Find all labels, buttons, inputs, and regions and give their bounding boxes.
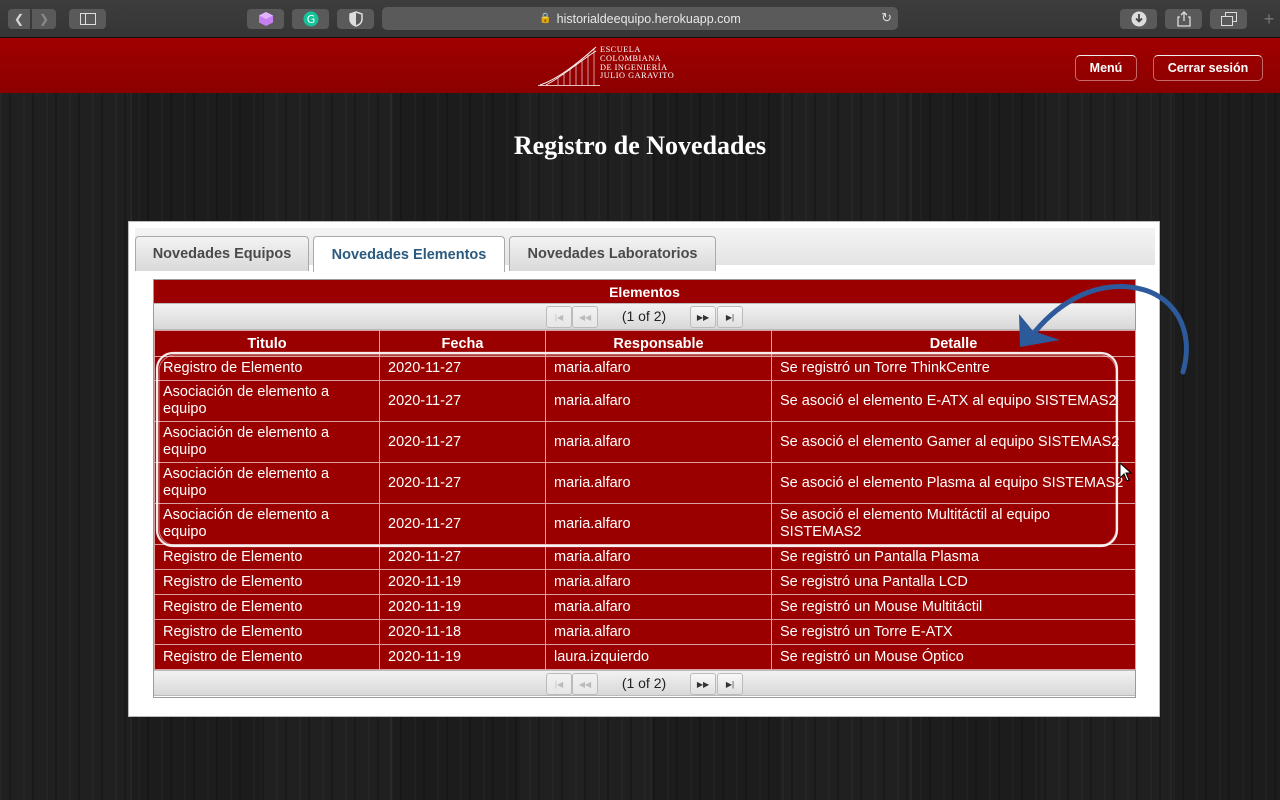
- table-row[interactable]: Registro de Elemento 2020-11-19 maria.al…: [154, 569, 1136, 595]
- table-row[interactable]: Asociación de elemento a equipo 2020-11-…: [154, 380, 1136, 422]
- cell-fecha: 2020-11-18: [379, 619, 546, 645]
- cell-fecha: 2020-11-19: [379, 644, 546, 670]
- cell-fecha: 2020-11-27: [379, 544, 546, 570]
- table-row[interactable]: Asociación de elemento a equipo 2020-11-…: [154, 503, 1136, 545]
- cell-fecha: 2020-11-27: [379, 503, 546, 545]
- cell-detalle: Se registró un Torre E-ATX: [771, 619, 1136, 645]
- table-row[interactable]: Registro de Elemento 2020-11-19 laura.iz…: [154, 644, 1136, 670]
- cell-titulo: Asociación de elemento a equipo: [154, 421, 380, 463]
- page-status: (1 of 2): [621, 308, 667, 324]
- grammarly-icon[interactable]: G: [292, 9, 329, 29]
- last-page-icon[interactable]: ▶|: [717, 673, 743, 695]
- cell-detalle: Se asoció el elemento Multitáctil al equ…: [771, 503, 1136, 545]
- cell-responsable: maria.alfaro: [545, 421, 772, 463]
- logo-line: JULIO GARAVITO: [600, 71, 675, 81]
- cell-titulo: Registro de Elemento: [154, 544, 380, 570]
- logo-mark-icon: [538, 46, 600, 86]
- svg-text:G: G: [306, 13, 315, 26]
- page-status: (1 of 2): [621, 675, 667, 691]
- downloads-icon[interactable]: [1120, 9, 1157, 29]
- table-caption: Elementos: [154, 280, 1135, 303]
- first-page-icon[interactable]: |◀: [546, 306, 572, 328]
- tab-novedades-equipos[interactable]: Novedades Equipos: [135, 236, 309, 271]
- menu-button[interactable]: Menú: [1075, 55, 1137, 81]
- first-page-icon[interactable]: |◀: [546, 673, 572, 695]
- tab-strip: Novedades Equipos Novedades Elementos No…: [135, 228, 1155, 272]
- site-header: ESCUELA COLOMBIANA DE INGENIERÍA JULIO G…: [0, 38, 1280, 93]
- cell-titulo: Registro de Elemento: [154, 594, 380, 620]
- cell-responsable: laura.izquierdo: [545, 644, 772, 670]
- cell-detalle: Se registró un Torre ThinkCentre: [771, 356, 1136, 381]
- cell-detalle: Se asoció el elemento Plasma al equipo S…: [771, 462, 1136, 504]
- reload-icon[interactable]: ↻: [881, 10, 892, 26]
- share-icon[interactable]: [1165, 9, 1202, 29]
- cell-fecha: 2020-11-19: [379, 594, 546, 620]
- browser-toolbar: ❮ ❯ G 🔒 historialdeequipo.herokuapp.com …: [0, 0, 1280, 38]
- url-text: historialdeequipo.herokuapp.com: [556, 11, 741, 26]
- cell-responsable: maria.alfaro: [545, 380, 772, 422]
- lock-icon: 🔒: [539, 13, 552, 24]
- column-header-titulo[interactable]: Titulo: [154, 330, 380, 357]
- cell-detalle: Se asoció el elemento E-ATX al equipo SI…: [771, 380, 1136, 422]
- cell-titulo: Registro de Elemento: [154, 569, 380, 595]
- cell-responsable: maria.alfaro: [545, 569, 772, 595]
- back-icon[interactable]: ❮: [8, 9, 30, 29]
- paginator-top: |◀ ◀◀ (1 of 2) ▶▶ ▶|: [154, 303, 1135, 330]
- next-page-icon[interactable]: ▶▶: [690, 673, 716, 695]
- cell-responsable: maria.alfaro: [545, 619, 772, 645]
- cell-fecha: 2020-11-19: [379, 569, 546, 595]
- cell-detalle: Se registró un Mouse Multitáctil: [771, 594, 1136, 620]
- logout-button[interactable]: Cerrar sesión: [1153, 55, 1263, 81]
- cell-responsable: maria.alfaro: [545, 544, 772, 570]
- table-row[interactable]: Asociación de elemento a equipo 2020-11-…: [154, 421, 1136, 463]
- address-bar[interactable]: 🔒 historialdeequipo.herokuapp.com ↻: [382, 7, 898, 30]
- cell-titulo: Registro de Elemento: [154, 619, 380, 645]
- logo-text: ESCUELA COLOMBIANA DE INGENIERÍA JULIO G…: [600, 45, 675, 81]
- tab-novedades-elementos[interactable]: Novedades Elementos: [313, 236, 505, 272]
- cell-fecha: 2020-11-27: [379, 380, 546, 422]
- column-header-detalle[interactable]: Detalle: [771, 330, 1136, 357]
- paginator-bottom: |◀ ◀◀ (1 of 2) ▶▶ ▶|: [154, 670, 1135, 696]
- cell-fecha: 2020-11-27: [379, 462, 546, 504]
- cell-titulo: Registro de Elemento: [154, 644, 380, 670]
- table-row[interactable]: Registro de Elemento 2020-11-27 maria.al…: [154, 544, 1136, 570]
- cell-fecha: 2020-11-27: [379, 356, 546, 381]
- forward-icon[interactable]: ❯: [32, 9, 56, 29]
- cell-titulo: Asociación de elemento a equipo: [154, 462, 380, 504]
- cell-responsable: maria.alfaro: [545, 462, 772, 504]
- elements-datatable: Elementos |◀ ◀◀ (1 of 2) ▶▶ ▶| Titulo Fe…: [153, 279, 1136, 698]
- sidebar-toggle-icon[interactable]: [69, 9, 106, 29]
- table-row[interactable]: Registro de Elemento 2020-11-18 maria.al…: [154, 619, 1136, 645]
- elements-table: Titulo Fecha Responsable Detalle Registr…: [154, 330, 1136, 670]
- last-page-icon[interactable]: ▶|: [717, 306, 743, 328]
- privacy-shield-icon[interactable]: [337, 9, 374, 29]
- cell-detalle: Se registró una Pantalla LCD: [771, 569, 1136, 595]
- university-logo[interactable]: ESCUELA COLOMBIANA DE INGENIERÍA JULIO G…: [538, 45, 698, 87]
- page-title: Registro de Novedades: [513, 131, 767, 160]
- cell-responsable: maria.alfaro: [545, 356, 772, 381]
- cell-titulo: Registro de Elemento: [154, 356, 380, 381]
- cell-responsable: maria.alfaro: [545, 503, 772, 545]
- next-page-icon[interactable]: ▶▶: [690, 306, 716, 328]
- tab-novedades-laboratorios[interactable]: Novedades Laboratorios: [509, 236, 716, 271]
- new-tab-icon[interactable]: +: [1258, 9, 1280, 37]
- cell-detalle: Se registró un Mouse Óptico: [771, 644, 1136, 670]
- mouse-cursor-icon: [1119, 462, 1133, 482]
- extension-cube-icon[interactable]: [247, 9, 284, 29]
- cell-detalle: Se asoció el elemento Gamer al equipo SI…: [771, 421, 1136, 463]
- column-header-fecha[interactable]: Fecha: [379, 330, 546, 357]
- cell-titulo: Asociación de elemento a equipo: [154, 380, 380, 422]
- table-row[interactable]: Asociación de elemento a equipo 2020-11-…: [154, 462, 1136, 504]
- table-header-row: Titulo Fecha Responsable Detalle: [154, 330, 1136, 357]
- column-header-responsable[interactable]: Responsable: [545, 330, 772, 357]
- cell-fecha: 2020-11-27: [379, 421, 546, 463]
- table-row[interactable]: Registro de Elemento 2020-11-19 maria.al…: [154, 594, 1136, 620]
- prev-page-icon[interactable]: ◀◀: [572, 673, 598, 695]
- cell-titulo: Asociación de elemento a equipo: [154, 503, 380, 545]
- table-row[interactable]: Registro de Elemento 2020-11-27 maria.al…: [154, 356, 1136, 381]
- prev-page-icon[interactable]: ◀◀: [572, 306, 598, 328]
- cell-responsable: maria.alfaro: [545, 594, 772, 620]
- tabs-overview-icon[interactable]: [1210, 9, 1247, 29]
- cell-detalle: Se registró un Pantalla Plasma: [771, 544, 1136, 570]
